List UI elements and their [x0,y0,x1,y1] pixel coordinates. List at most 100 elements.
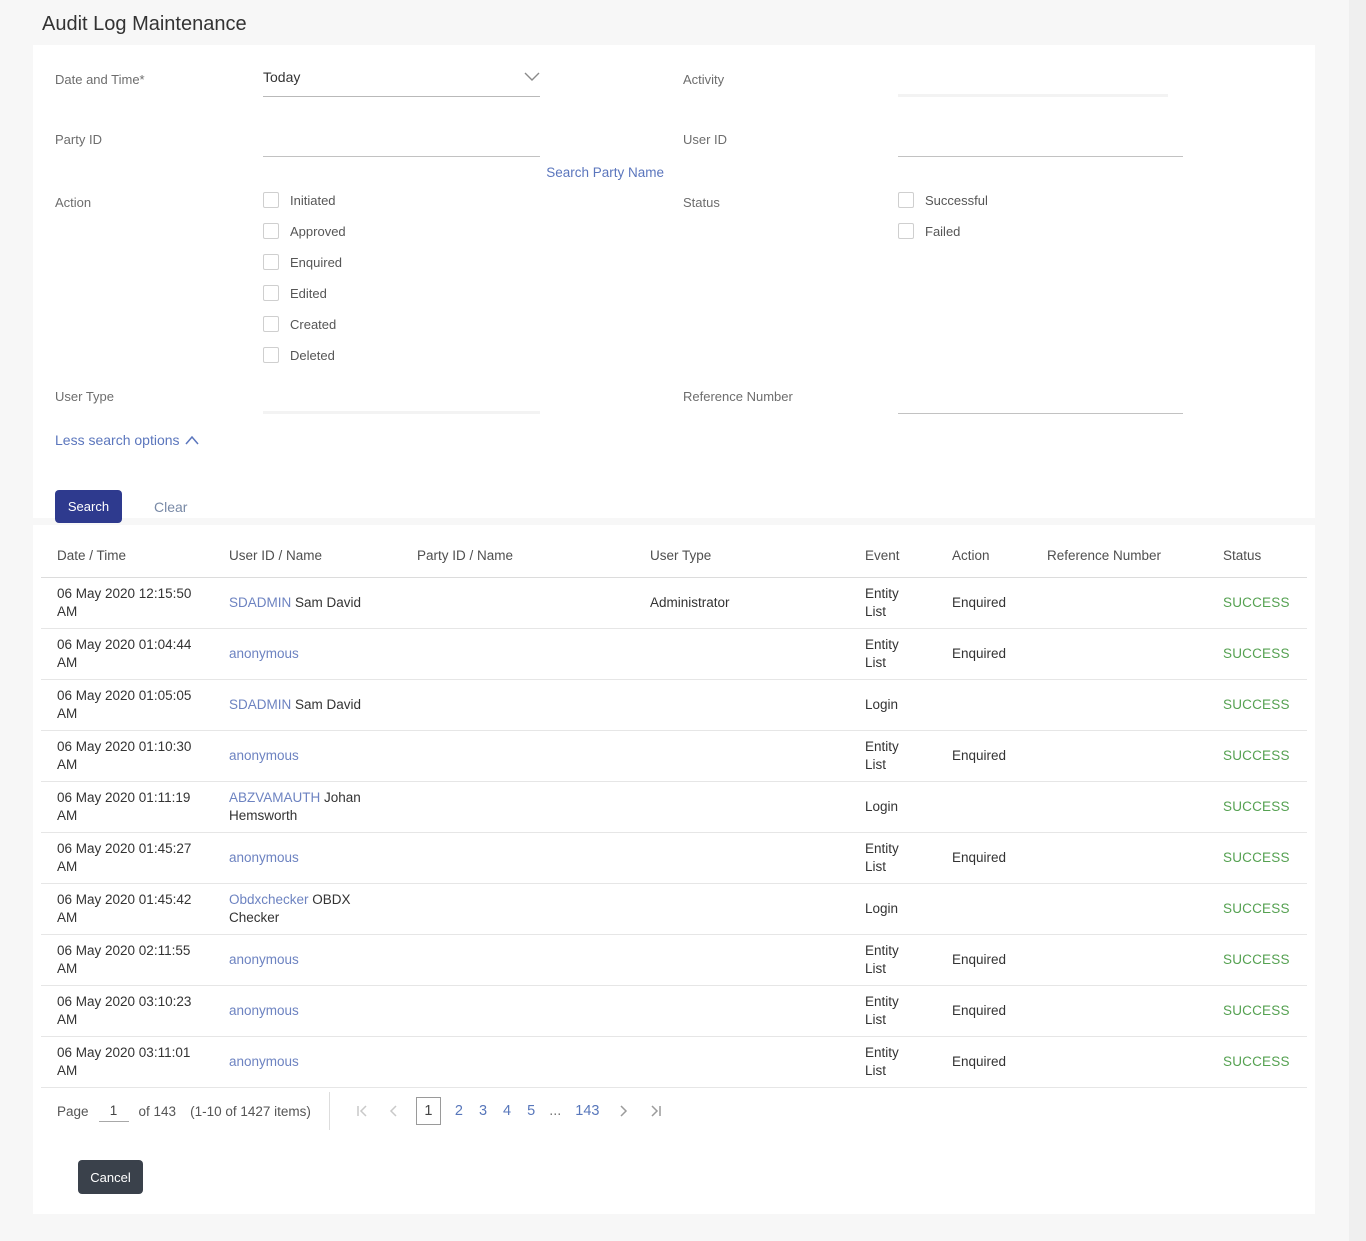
page-link[interactable]: 3 [479,1103,487,1119]
pagination-bar: Page of 143 (1-10 of 1427 items) 12345..… [41,1088,1307,1134]
checkbox-option: Edited [263,285,540,301]
header-date-time: Date / Time [57,548,127,563]
cell-date-time: 06 May 2020 01:05:05 AM [57,688,192,721]
cell-event: Entity List [865,994,899,1027]
cell-action: Enquired [952,850,1007,865]
page-links: 1 2 3 4 5... 143 [410,1097,608,1125]
header-status: Status [1223,548,1262,563]
page-ellipsis: ... [549,1103,562,1119]
status-badge: SUCCESS [1223,646,1290,661]
user-id-link[interactable]: Obdxchecker [229,892,309,907]
less-search-options-link[interactable]: Less search options [55,432,180,448]
page-link[interactable]: 5 [527,1103,535,1119]
table-row: 06 May 2020 03:10:23 AM anonymous Entity… [41,986,1307,1037]
checkbox[interactable] [263,254,279,270]
cell-action: Enquired [952,952,1007,967]
cell-event: Entity List [865,637,899,670]
checkbox-label: Created [290,316,337,332]
user-id-link[interactable]: anonymous [229,1003,299,1018]
cell-event: Entity List [865,1045,899,1078]
checkbox-option: Successful [898,192,1183,208]
table-row: 06 May 2020 01:45:27 AM anonymous Entity… [41,833,1307,884]
chevron-down-icon [524,72,540,82]
reference-number-input[interactable] [898,386,1183,414]
user-id-link[interactable]: SDADMIN [229,697,291,712]
search-party-name-link[interactable]: Search Party Name [546,165,664,180]
status-checkbox-list: Successful Failed [898,192,1183,254]
last-page-icon[interactable] [645,1100,667,1122]
page-of-text: of 143 [138,1103,177,1119]
page-link[interactable]: 4 [503,1103,511,1119]
cell-action: Enquired [952,595,1007,610]
header-event: Event [865,548,900,563]
cell-action: Enquired [952,646,1007,661]
next-page-icon[interactable] [613,1100,635,1122]
cell-user: Obdxchecker OBDX Checker [213,891,401,927]
cell-date-time: 06 May 2020 01:04:44 AM [57,637,192,670]
cell-event: Entity List [865,943,899,976]
previous-page-icon[interactable] [383,1100,405,1122]
title-band: Audit Log Maintenance [0,0,1366,45]
checkbox[interactable] [263,347,279,363]
scrollbar-track[interactable] [1349,0,1366,1241]
page-link[interactable]: 143 [575,1103,599,1119]
search-button[interactable]: Search [55,490,122,523]
checkbox-label: Approved [290,223,346,239]
header-reference-number: Reference Number [1047,548,1162,563]
cell-date-time: 06 May 2020 01:45:42 AM [57,892,192,925]
checkbox[interactable] [263,192,279,208]
action-checkbox-list: Initiated Approved Enquired Edited Created De… [263,192,540,378]
user-id-label: User ID [683,132,728,147]
chevron-up-icon[interactable] [184,435,199,445]
cell-event: Login [865,901,899,916]
date-time-select[interactable]: Today [263,69,540,97]
user-id-link[interactable]: anonymous [229,748,299,763]
user-id-link[interactable]: SDADMIN [229,595,291,610]
header-action: Action [952,548,990,563]
cell-event: Entity List [865,739,899,772]
page-number-input[interactable] [98,1100,129,1122]
cell-user: anonymous [213,849,401,867]
header-party-id-name: Party ID / Name [417,548,514,563]
table-row: 06 May 2020 01:04:44 AM anonymous Entity… [41,629,1307,680]
pager-divider [328,1092,330,1130]
checkbox[interactable] [263,285,279,301]
clear-button[interactable]: Clear [154,499,187,515]
page-title: Audit Log Maintenance [42,13,247,35]
user-id-input[interactable] [898,129,1183,157]
checkbox[interactable] [263,223,279,239]
status-badge: SUCCESS [1223,748,1290,763]
page-link[interactable]: 2 [455,1103,463,1119]
date-time-label: Date and Time* [55,72,145,87]
user-id-link[interactable]: anonymous [229,1054,299,1069]
header-user-id-name: User ID / Name [229,548,323,563]
status-badge: SUCCESS [1223,850,1290,865]
checkbox[interactable] [263,316,279,332]
table-row: 06 May 2020 01:11:19 AM ABZVAMAUTH Johan… [41,782,1307,833]
user-id-link[interactable]: anonymous [229,952,299,967]
checkbox-option: Failed [898,223,1183,239]
status-badge: SUCCESS [1223,1003,1290,1018]
table-row: 06 May 2020 03:11:01 AM anonymous Entity… [41,1037,1307,1088]
user-id-link[interactable]: anonymous [229,646,299,661]
user-id-link[interactable]: ABZVAMAUTH [229,790,320,805]
table-header-row: Date / Time User ID / Name Party ID / Na… [41,525,1307,578]
filter-panel: Date and Time* Today Activity Party ID U… [33,45,1315,523]
cell-date-time: 06 May 2020 12:15:50 AM [57,586,192,619]
first-page-icon[interactable] [351,1100,373,1122]
cell-date-time: 06 May 2020 01:45:27 AM [57,841,192,874]
party-id-input[interactable] [263,129,540,157]
cancel-button[interactable]: Cancel [78,1160,143,1194]
checkbox[interactable] [898,192,914,208]
checkbox-option: Enquired [263,254,540,270]
cell-user: SDADMIN Sam David [213,696,401,714]
table-row: 06 May 2020 01:45:42 AM Obdxchecker OBDX… [41,884,1307,935]
checkbox-label: Failed [925,223,961,239]
cell-user: SDADMIN Sam David [213,594,401,612]
current-page-box: 1 [415,1097,441,1125]
checkbox[interactable] [898,223,914,239]
cell-user: anonymous [213,1002,401,1020]
cell-event: Entity List [865,841,899,874]
checkbox-option: Initiated [263,192,540,208]
user-id-link[interactable]: anonymous [229,850,299,865]
